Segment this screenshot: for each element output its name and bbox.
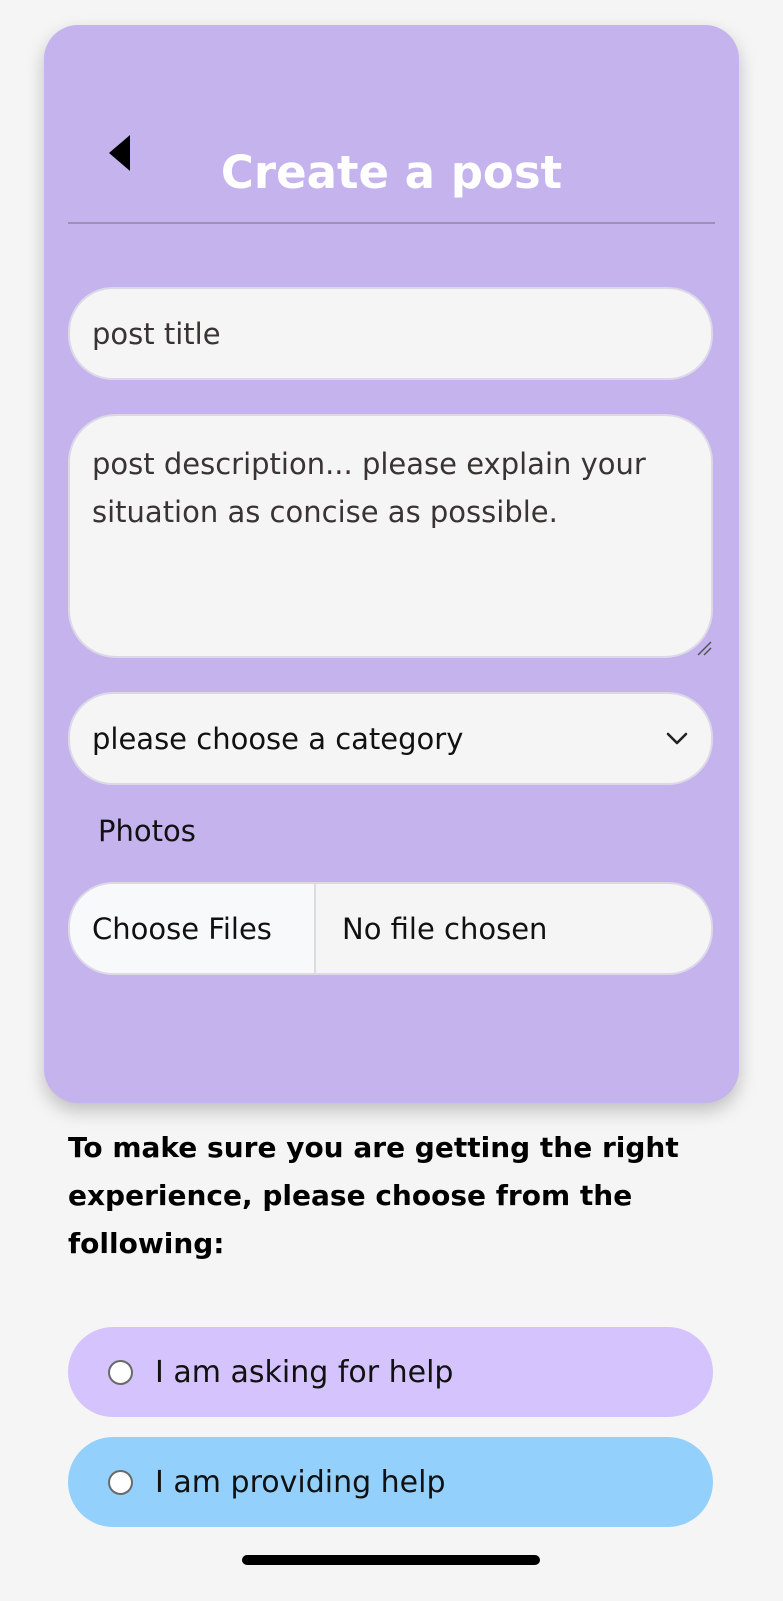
- header-divider: [68, 222, 715, 224]
- option-label: I am asking for help: [155, 1354, 454, 1390]
- option-asking-for-help[interactable]: I am asking for help: [68, 1327, 713, 1417]
- choose-files-button[interactable]: Choose Files: [70, 884, 316, 973]
- chevron-down-icon: [666, 732, 688, 744]
- resize-handle-icon[interactable]: [694, 638, 712, 656]
- create-post-card: Create a post please choose a category P…: [44, 25, 739, 1103]
- caret-left-icon: [109, 135, 130, 171]
- home-indicator: [242, 1555, 540, 1565]
- radio-asking-for-help[interactable]: [108, 1359, 133, 1385]
- card-header: Create a post: [44, 25, 739, 224]
- category-selected-value: please choose a category: [92, 721, 464, 756]
- back-button[interactable]: [100, 127, 140, 179]
- option-providing-help[interactable]: I am providing help: [68, 1437, 713, 1527]
- experience-prompt: To make sure you are getting the right e…: [68, 1131, 679, 1260]
- page-title: Create a post: [220, 146, 563, 199]
- option-label: I am providing help: [155, 1464, 446, 1500]
- post-description-textarea[interactable]: [68, 414, 713, 658]
- radio-providing-help[interactable]: [108, 1469, 133, 1495]
- create-post-page: Create a post please choose a category P…: [0, 0, 783, 1601]
- no-file-chosen-text: No file chosen: [342, 911, 548, 946]
- post-title-input[interactable]: [68, 287, 713, 380]
- photos-file-input[interactable]: Choose Files No file chosen: [68, 882, 713, 975]
- category-select[interactable]: please choose a category: [68, 692, 713, 785]
- photos-label: Photos: [98, 814, 196, 848]
